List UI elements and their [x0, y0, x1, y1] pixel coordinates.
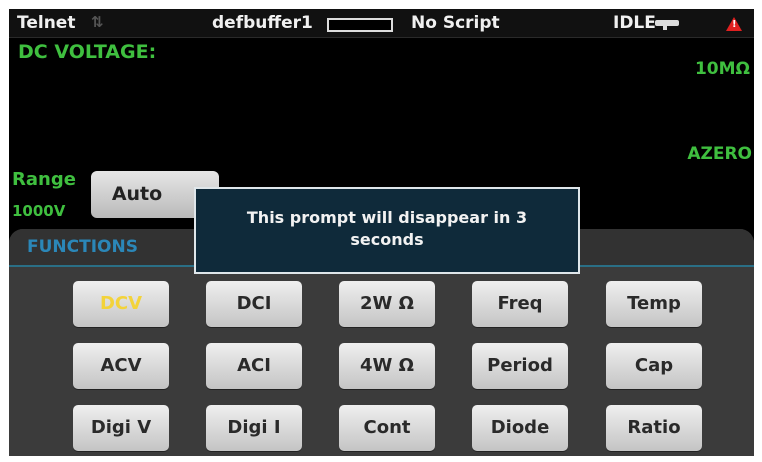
function-button-acv[interactable]: ACV	[73, 343, 169, 389]
buffer-name[interactable]: defbuffer1	[212, 13, 313, 33]
function-button-cap[interactable]: Cap	[606, 343, 702, 389]
timed-prompt-dialog[interactable]: This prompt will disappear in 3 seconds	[194, 187, 580, 274]
function-button-digi-v[interactable]: Digi V	[73, 405, 169, 451]
buffer-fill-indicator[interactable]	[327, 18, 393, 32]
function-button-4w-ohm[interactable]: 4W Ω	[339, 343, 435, 389]
prompt-message-line-1: This prompt will disappear in 3	[246, 208, 528, 227]
function-button-digi-i[interactable]: Digi I	[206, 405, 302, 451]
warning-triangle-icon[interactable]: !	[726, 17, 742, 31]
function-button-freq[interactable]: Freq	[472, 281, 568, 327]
function-button-aci[interactable]: ACI	[206, 343, 302, 389]
function-button-cont[interactable]: Cont	[339, 405, 435, 451]
trigger-idle-icon[interactable]	[655, 20, 679, 30]
trigger-state[interactable]: IDLE	[613, 13, 656, 33]
instrument-screen: Telnet ⇅ defbuffer1 No Script IDLE ! DC …	[9, 9, 754, 456]
range-value: 1000V	[12, 202, 66, 220]
functions-title: FUNCTIONS	[27, 237, 138, 257]
script-status[interactable]: No Script	[411, 13, 500, 33]
function-button-dci[interactable]: DCI	[206, 281, 302, 327]
input-impedance-indicator[interactable]: 10MΩ	[695, 59, 750, 79]
activity-arrows-icon: ⇅	[91, 13, 104, 31]
function-button-2w-ohm[interactable]: 2W Ω	[339, 281, 435, 327]
autozero-indicator[interactable]: AZERO	[687, 144, 752, 164]
function-button-ratio[interactable]: Ratio	[606, 405, 702, 451]
prompt-message-line-2: seconds	[350, 230, 424, 249]
measure-function-label: DC VOLTAGE:	[18, 41, 157, 63]
status-bar: Telnet ⇅ defbuffer1 No Script IDLE !	[9, 9, 754, 38]
connection-status[interactable]: Telnet	[17, 13, 75, 33]
function-button-dcv[interactable]: DCV	[73, 281, 169, 327]
function-button-temp[interactable]: Temp	[606, 281, 702, 327]
function-button-period[interactable]: Period	[472, 343, 568, 389]
function-button-diode[interactable]: Diode	[472, 405, 568, 451]
range-label: Range	[12, 169, 76, 190]
